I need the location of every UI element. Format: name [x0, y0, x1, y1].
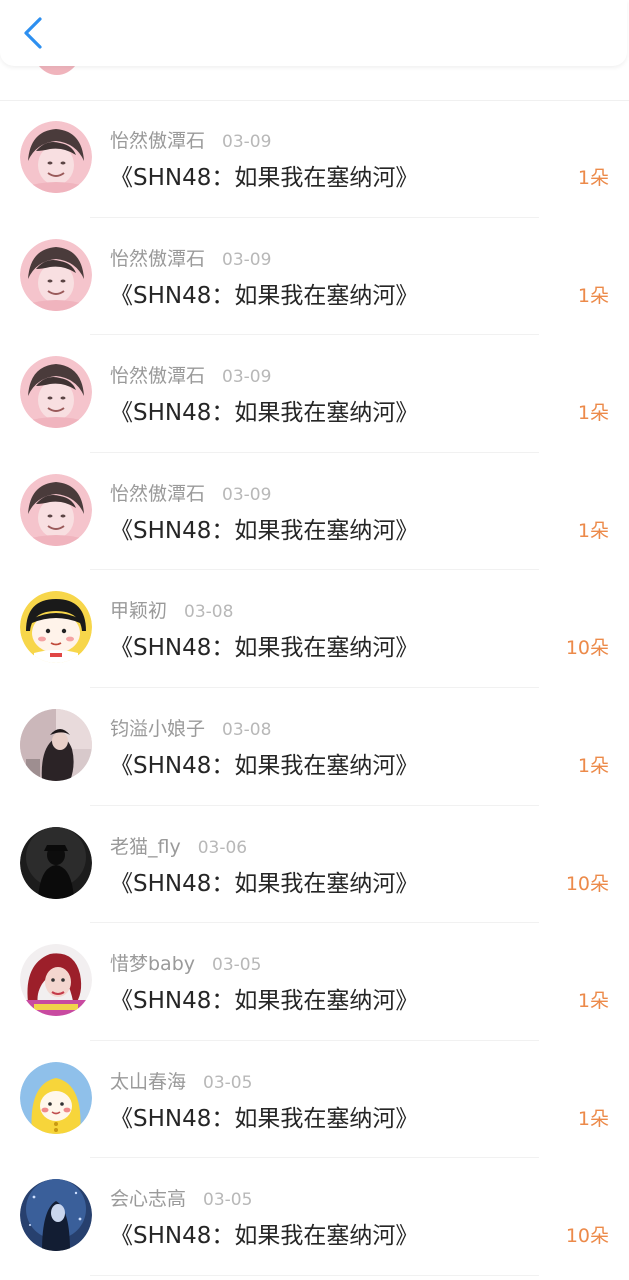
date: 03-05 — [203, 1190, 253, 1211]
flower-count: 1朵 — [577, 754, 609, 777]
pink-boy-avatar — [20, 238, 92, 311]
date: 03-05 — [212, 955, 262, 976]
item-meta: 怡然傲潭石 03-09 — [110, 244, 271, 270]
list-item[interactable]: 会心志高 03-05 《SHN48：如果我在塞纳河》 10朵 — [0, 1158, 629, 1276]
avatar[interactable] — [20, 826, 92, 899]
date: 03-08 — [222, 719, 272, 740]
top-bar — [0, 0, 627, 66]
dark-silhouette-avatar — [20, 826, 92, 899]
list-item[interactable]: 怡然傲潭石 03-09 《SHN48：如果我在塞纳河》 1朵 — [0, 100, 629, 218]
username[interactable]: 会心志高 — [110, 1184, 186, 1211]
date: 03-09 — [222, 249, 272, 270]
date: 03-08 — [184, 602, 234, 623]
list-item[interactable]: 惜梦baby 03-05 《SHN48：如果我在塞纳河》 1朵 — [0, 923, 629, 1041]
blue-night-avatar — [20, 1179, 92, 1252]
avatar[interactable] — [20, 708, 92, 781]
item-meta: 怡然傲潭石 03-09 — [110, 126, 271, 152]
list-item[interactable]: 老猫_fly 03-06 《SHN48：如果我在塞纳河》 10朵 — [0, 806, 629, 924]
username[interactable]: 钧溢小娘子 — [110, 714, 205, 741]
item-meta: 太山春海 03-05 — [110, 1067, 252, 1093]
avatar[interactable] — [20, 121, 92, 193]
item-meta: 老猫_fly 03-06 — [110, 832, 247, 858]
date: 03-09 — [222, 132, 272, 152]
list-item[interactable]: 怡然傲潭石 03-09 《SHN48：如果我在塞纳河》 1朵 — [0, 335, 629, 453]
list-item[interactable]: 怡然傲潭石 03-09 《SHN48：如果我在塞纳河》 1朵 — [0, 218, 629, 336]
username[interactable]: 怡然傲潭石 — [110, 126, 205, 153]
username[interactable]: 怡然傲潭石 — [110, 244, 205, 271]
back-button[interactable] — [14, 12, 54, 56]
work-title: 《SHN48：如果我在塞纳河》 — [110, 870, 419, 897]
yellow-raincoat-avatar — [20, 1061, 92, 1134]
flower-count: 1朵 — [577, 1107, 609, 1130]
chevron-left-icon — [24, 17, 42, 49]
red-hair-girl-avatar — [20, 944, 92, 1017]
item-meta: 钧溢小娘子 03-08 — [110, 714, 271, 740]
date: 03-06 — [197, 837, 248, 858]
work-title: 《SHN48：如果我在塞纳河》 — [110, 400, 419, 427]
avatar[interactable] — [20, 356, 92, 429]
avatar[interactable] — [20, 591, 92, 664]
flower-count: 1朵 — [577, 402, 609, 425]
avatar[interactable] — [20, 238, 92, 311]
flower-count: 10朵 — [565, 1225, 609, 1248]
work-title: 《SHN48：如果我在塞纳河》 — [110, 282, 419, 309]
flower-count: 10朵 — [565, 872, 609, 895]
work-title: 《SHN48：如果我在塞纳河》 — [110, 1223, 419, 1250]
pink-boy-avatar — [20, 356, 92, 429]
item-meta: 惜梦baby 03-05 — [110, 949, 261, 975]
avatar[interactable] — [20, 1061, 92, 1134]
list-item[interactable]: 怡然傲潭石 03-09 《SHN48：如果我在塞纳河》 1朵 — [0, 453, 629, 571]
divider — [90, 1274, 539, 1276]
date: 03-05 — [203, 1072, 253, 1093]
list-item[interactable]: 钧溢小娘子 03-08 《SHN48：如果我在塞纳河》 1朵 — [0, 688, 629, 806]
cartoon-girl-avatar — [20, 591, 92, 664]
username[interactable]: 惜梦baby — [110, 949, 195, 976]
username[interactable]: 老猫_fly — [110, 832, 181, 859]
date: 03-09 — [222, 484, 272, 505]
flower-count: 1朵 — [577, 167, 609, 189]
work-title: 《SHN48：如果我在塞纳河》 — [110, 635, 419, 662]
username[interactable]: 甲颖初 — [110, 596, 167, 623]
work-title: 《SHN48：如果我在塞纳河》 — [110, 165, 419, 191]
avatar[interactable] — [20, 1179, 92, 1252]
flower-count: 1朵 — [577, 990, 609, 1013]
pink-boy-avatar — [20, 121, 92, 193]
avatar[interactable] — [20, 944, 92, 1017]
flower-count: 10朵 — [565, 637, 609, 660]
item-meta: 会心志高 03-05 — [110, 1184, 252, 1210]
username[interactable]: 怡然傲潭石 — [110, 479, 205, 506]
username[interactable]: 太山春海 — [110, 1067, 186, 1094]
pink-boy-avatar — [20, 473, 92, 546]
work-title: 《SHN48：如果我在塞纳河》 — [110, 752, 419, 779]
item-meta: 怡然傲潭石 03-09 — [110, 479, 271, 505]
username[interactable]: 怡然傲潭石 — [110, 361, 205, 388]
flower-count: 1朵 — [577, 284, 609, 307]
item-meta: 甲颖初 03-08 — [110, 596, 233, 622]
date: 03-09 — [222, 367, 272, 388]
item-meta: 怡然傲潭石 03-09 — [110, 361, 271, 387]
work-title: 《SHN48：如果我在塞纳河》 — [110, 988, 419, 1015]
couple-photo-avatar — [20, 708, 92, 781]
gift-list: 怡然傲潭石 03-09 《SHN48：如果我在塞纳河》 1朵 怡然傲潭石 03-09 《SH… — [0, 100, 629, 1276]
list-item[interactable]: 太山春海 03-05 《SHN48：如果我在塞纳河》 1朵 — [0, 1041, 629, 1159]
work-title: 《SHN48：如果我在塞纳河》 — [110, 1105, 419, 1132]
flower-count: 1朵 — [577, 519, 609, 542]
list-item[interactable]: 甲颖初 03-08 《SHN48：如果我在塞纳河》 10朵 — [0, 570, 629, 688]
work-title: 《SHN48：如果我在塞纳河》 — [110, 517, 419, 544]
gift-list-page: 怡然傲潭石 03-09 《SHN48：如果我在塞纳河》 1朵 怡然傲潭石 03-09 《SH… — [0, 0, 629, 1280]
avatar[interactable] — [20, 473, 92, 546]
